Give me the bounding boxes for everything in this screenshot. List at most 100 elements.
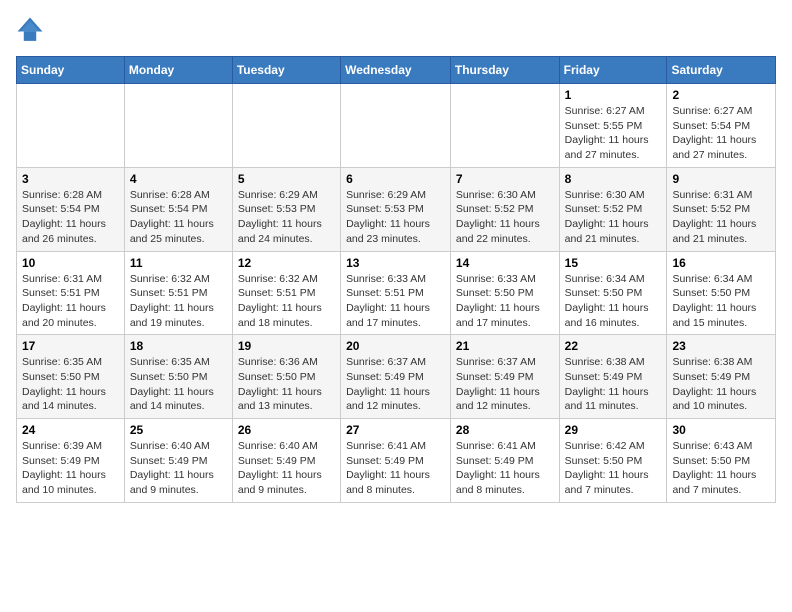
calendar-cell: 14Sunrise: 6:33 AM Sunset: 5:50 PM Dayli… xyxy=(450,251,559,335)
calendar-cell: 6Sunrise: 6:29 AM Sunset: 5:53 PM Daylig… xyxy=(341,167,451,251)
day-number: 21 xyxy=(456,339,554,353)
day-number: 27 xyxy=(346,423,445,437)
day-number: 9 xyxy=(672,172,770,186)
day-header-friday: Friday xyxy=(559,57,667,84)
calendar-cell xyxy=(124,84,232,168)
day-number: 20 xyxy=(346,339,445,353)
day-number: 3 xyxy=(22,172,119,186)
calendar-week-2: 3 Sunrise: 6:28 AM Sunset: 5:54 PM Daylig… xyxy=(17,167,776,251)
calendar-cell: 25 Sunrise: 6:40 AM Sunset: 5:49 PM Dayli… xyxy=(124,419,232,503)
calendar-cell: 12 Sunrise: 6:32 AM Sunset: 5:51 PM Dayli… xyxy=(232,251,340,335)
day-info: Sunrise: 6:30 AM Sunset: 5:52 PM Dayligh… xyxy=(565,188,662,247)
day-number: 22 xyxy=(565,339,662,353)
calendar-cell: 24Sunrise: 6:39 AM Sunset: 5:49 PM Dayli… xyxy=(17,419,125,503)
calendar-cell: 9 Sunrise: 6:31 AM Sunset: 5:52 PM Daylig… xyxy=(667,167,776,251)
calendar-cell xyxy=(450,84,559,168)
day-number: 10 xyxy=(22,256,119,270)
calendar-cell: 22 Sunrise: 6:38 AM Sunset: 5:49 PM Dayli… xyxy=(559,335,667,419)
calendar-cell: 27 Sunrise: 6:41 AM Sunset: 5:49 PM Dayli… xyxy=(341,419,451,503)
calendar-cell: 4 Sunrise: 6:28 AM Sunset: 5:54 PM Daylig… xyxy=(124,167,232,251)
calendar-cell: 30 Sunrise: 6:43 AM Sunset: 5:50 PM Dayli… xyxy=(667,419,776,503)
day-number: 18 xyxy=(130,339,227,353)
calendar-cell: 23 Sunrise: 6:38 AM Sunset: 5:49 PM Dayli… xyxy=(667,335,776,419)
day-info: Sunrise: 6:38 AM Sunset: 5:49 PM Dayligh… xyxy=(672,355,770,414)
day-header-saturday: Saturday xyxy=(667,57,776,84)
day-info: Sunrise: 6:27 AM Sunset: 5:55 PM Dayligh… xyxy=(565,104,662,163)
day-number: 1 xyxy=(565,88,662,102)
calendar-cell: 29 Sunrise: 6:42 AM Sunset: 5:50 PM Dayli… xyxy=(559,419,667,503)
day-number: 29 xyxy=(565,423,662,437)
calendar-cell: 15 Sunrise: 6:34 AM Sunset: 5:50 PM Dayli… xyxy=(559,251,667,335)
day-info: Sunrise: 6:37 AM Sunset: 5:49 PM Dayligh… xyxy=(456,355,554,414)
day-info: Sunrise: 6:42 AM Sunset: 5:50 PM Dayligh… xyxy=(565,439,662,498)
calendar-cell: 11Sunrise: 6:32 AM Sunset: 5:51 PM Dayli… xyxy=(124,251,232,335)
calendar-cell: 2Sunrise: 6:27 AM Sunset: 5:54 PM Daylig… xyxy=(667,84,776,168)
day-header-sunday: Sunday xyxy=(17,57,125,84)
day-number: 15 xyxy=(565,256,662,270)
day-info: Sunrise: 6:31 AM Sunset: 5:51 PM Dayligh… xyxy=(22,272,119,331)
calendar-cell: 13 Sunrise: 6:33 AM Sunset: 5:51 PM Dayli… xyxy=(341,251,451,335)
day-info: Sunrise: 6:31 AM Sunset: 5:52 PM Dayligh… xyxy=(672,188,770,247)
calendar-cell: 17Sunrise: 6:35 AM Sunset: 5:50 PM Dayli… xyxy=(17,335,125,419)
calendar-week-1: 1 Sunrise: 6:27 AM Sunset: 5:55 PM Daylig… xyxy=(17,84,776,168)
day-number: 30 xyxy=(672,423,770,437)
day-info: Sunrise: 6:41 AM Sunset: 5:49 PM Dayligh… xyxy=(346,439,445,498)
calendar-cell xyxy=(232,84,340,168)
day-info: Sunrise: 6:40 AM Sunset: 5:49 PM Dayligh… xyxy=(130,439,227,498)
day-info: Sunrise: 6:27 AM Sunset: 5:54 PM Dayligh… xyxy=(672,104,770,163)
day-number: 26 xyxy=(238,423,335,437)
day-number: 25 xyxy=(130,423,227,437)
calendar-cell: 16 Sunrise: 6:34 AM Sunset: 5:50 PM Dayli… xyxy=(667,251,776,335)
day-info: Sunrise: 6:28 AM Sunset: 5:54 PM Dayligh… xyxy=(22,188,119,247)
day-info: Sunrise: 6:28 AM Sunset: 5:54 PM Dayligh… xyxy=(130,188,227,247)
day-info: Sunrise: 6:33 AM Sunset: 5:51 PM Dayligh… xyxy=(346,272,445,331)
calendar-header-row: SundayMondayTuesdayWednesdayThursdayFrid… xyxy=(17,57,776,84)
day-info: Sunrise: 6:34 AM Sunset: 5:50 PM Dayligh… xyxy=(565,272,662,331)
calendar-week-5: 24Sunrise: 6:39 AM Sunset: 5:49 PM Dayli… xyxy=(17,419,776,503)
day-info: Sunrise: 6:36 AM Sunset: 5:50 PM Dayligh… xyxy=(238,355,335,414)
day-info: Sunrise: 6:37 AM Sunset: 5:49 PM Dayligh… xyxy=(346,355,445,414)
calendar-cell xyxy=(17,84,125,168)
day-number: 6 xyxy=(346,172,445,186)
calendar-cell: 5Sunrise: 6:29 AM Sunset: 5:53 PM Daylig… xyxy=(232,167,340,251)
day-info: Sunrise: 6:30 AM Sunset: 5:52 PM Dayligh… xyxy=(456,188,554,247)
calendar-cell: 1 Sunrise: 6:27 AM Sunset: 5:55 PM Daylig… xyxy=(559,84,667,168)
day-info: Sunrise: 6:43 AM Sunset: 5:50 PM Dayligh… xyxy=(672,439,770,498)
day-number: 7 xyxy=(456,172,554,186)
day-number: 13 xyxy=(346,256,445,270)
calendar-cell: 3 Sunrise: 6:28 AM Sunset: 5:54 PM Daylig… xyxy=(17,167,125,251)
day-info: Sunrise: 6:38 AM Sunset: 5:49 PM Dayligh… xyxy=(565,355,662,414)
calendar-cell: 21 Sunrise: 6:37 AM Sunset: 5:49 PM Dayli… xyxy=(450,335,559,419)
day-info: Sunrise: 6:40 AM Sunset: 5:49 PM Dayligh… xyxy=(238,439,335,498)
day-number: 14 xyxy=(456,256,554,270)
calendar-cell xyxy=(341,84,451,168)
day-number: 24 xyxy=(22,423,119,437)
day-header-wednesday: Wednesday xyxy=(341,57,451,84)
day-info: Sunrise: 6:35 AM Sunset: 5:50 PM Dayligh… xyxy=(130,355,227,414)
calendar-table: SundayMondayTuesdayWednesdayThursdayFrid… xyxy=(16,56,776,503)
day-number: 12 xyxy=(238,256,335,270)
day-info: Sunrise: 6:32 AM Sunset: 5:51 PM Dayligh… xyxy=(238,272,335,331)
calendar-cell: 8 Sunrise: 6:30 AM Sunset: 5:52 PM Daylig… xyxy=(559,167,667,251)
calendar-cell: 18 Sunrise: 6:35 AM Sunset: 5:50 PM Dayli… xyxy=(124,335,232,419)
day-info: Sunrise: 6:34 AM Sunset: 5:50 PM Dayligh… xyxy=(672,272,770,331)
day-number: 23 xyxy=(672,339,770,353)
calendar-cell: 20 Sunrise: 6:37 AM Sunset: 5:49 PM Dayli… xyxy=(341,335,451,419)
day-number: 16 xyxy=(672,256,770,270)
calendar-cell: 26 Sunrise: 6:40 AM Sunset: 5:49 PM Dayli… xyxy=(232,419,340,503)
calendar-cell: 28Sunrise: 6:41 AM Sunset: 5:49 PM Dayli… xyxy=(450,419,559,503)
calendar-cell: 19 Sunrise: 6:36 AM Sunset: 5:50 PM Dayli… xyxy=(232,335,340,419)
day-header-tuesday: Tuesday xyxy=(232,57,340,84)
day-number: 19 xyxy=(238,339,335,353)
day-number: 5 xyxy=(238,172,335,186)
header xyxy=(16,16,776,44)
day-number: 17 xyxy=(22,339,119,353)
logo xyxy=(16,16,48,44)
calendar-week-3: 10 Sunrise: 6:31 AM Sunset: 5:51 PM Dayli… xyxy=(17,251,776,335)
day-number: 4 xyxy=(130,172,227,186)
day-header-thursday: Thursday xyxy=(450,57,559,84)
calendar-week-4: 17 Sunrise: 6:35 AM Sunset: 5:50 PM Dayli… xyxy=(17,335,776,419)
day-header-monday: Monday xyxy=(124,57,232,84)
day-number: 8 xyxy=(565,172,662,186)
calendar-cell: 10 Sunrise: 6:31 AM Sunset: 5:51 PM Dayli… xyxy=(17,251,125,335)
